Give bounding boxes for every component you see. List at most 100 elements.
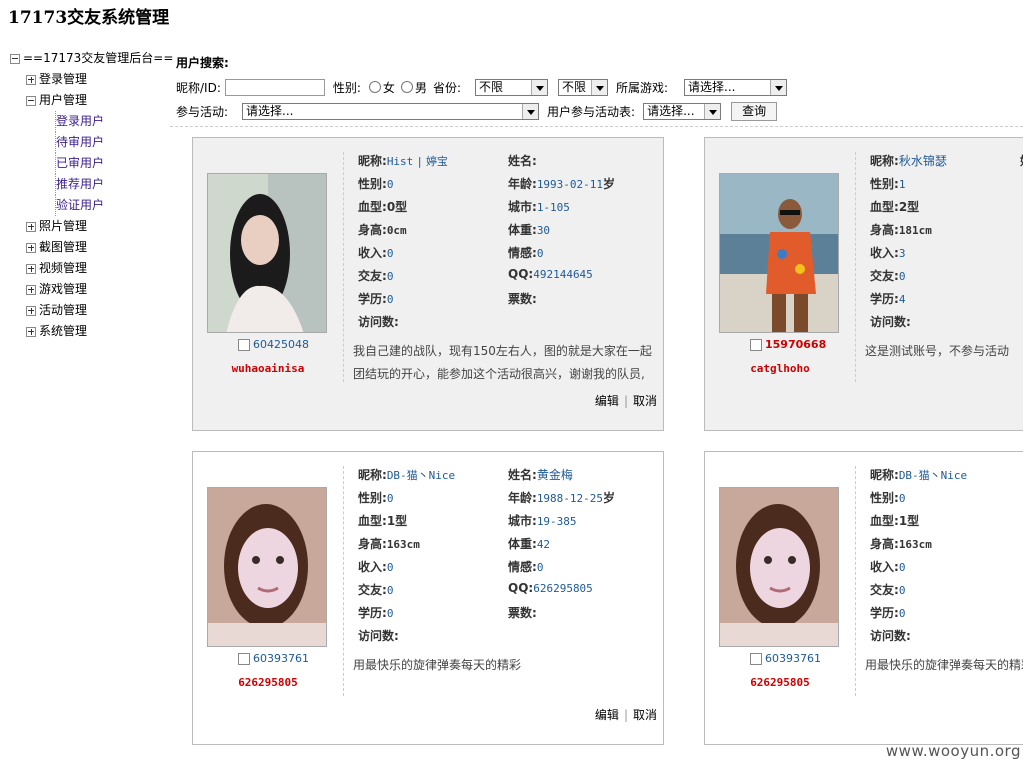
user-photo[interactable]: [719, 487, 839, 647]
tree-root[interactable]: ==17173交友管理后台==: [10, 48, 173, 69]
divider: [343, 152, 344, 382]
field-value: 42: [536, 538, 551, 551]
tree-item-user-mgmt[interactable]: 用户管理: [10, 90, 173, 111]
expand-icon[interactable]: [26, 305, 36, 316]
field-height: 身高:163cm: [358, 535, 420, 552]
field-height: 身高:0cm: [358, 221, 407, 238]
tree-item-screenshot-mgmt[interactable]: 截图管理: [10, 237, 173, 258]
user-photo[interactable]: [207, 487, 327, 647]
select-checkbox[interactable]: [238, 652, 250, 665]
field-income: 收入:0: [358, 558, 393, 575]
field-label: 学历:: [870, 292, 899, 306]
divider: [170, 126, 1023, 127]
province-select[interactable]: 不限: [475, 78, 548, 96]
tree-subitem-label[interactable]: 待审用户: [55, 132, 104, 153]
field-value: 0: [386, 247, 394, 260]
expand-icon[interactable]: [26, 263, 36, 274]
tree-subitem-recommended-users[interactable]: 推荐用户: [10, 174, 173, 195]
field-label: 年龄:: [508, 491, 537, 505]
tree-subitem-verified-users[interactable]: 验证用户: [10, 195, 173, 216]
tree-item-video-mgmt[interactable]: 视频管理: [10, 258, 173, 279]
tree-subitem-label[interactable]: 验证用户: [55, 195, 104, 216]
field-value: 0: [898, 607, 906, 620]
field-qq: QQ:626295805: [508, 581, 593, 595]
tree-item-game-mgmt[interactable]: 游戏管理: [10, 279, 173, 300]
field-label: 姓名:: [508, 468, 537, 482]
username: wuhaoainisa: [231, 362, 305, 375]
tree-subitem-pending-users[interactable]: 待审用户: [10, 132, 173, 153]
field-emotion: 情感:0: [508, 244, 543, 261]
user-id-value[interactable]: 60393761: [253, 652, 309, 665]
edit-link[interactable]: 编辑: [595, 708, 619, 722]
tree-item-label: 照片管理: [39, 219, 88, 233]
field-friends: 交友:0: [358, 267, 393, 284]
query-button[interactable]: 查询: [731, 101, 778, 121]
tree-item-system-mgmt[interactable]: 系统管理: [10, 321, 173, 342]
cancel-link[interactable]: 取消: [633, 394, 657, 408]
field-value: 3: [898, 247, 906, 260]
field-label: 性别:: [358, 491, 387, 505]
field-value: 0: [536, 247, 544, 260]
field-value: 0: [386, 270, 394, 283]
activity-table-select[interactable]: 请选择...: [643, 102, 722, 120]
nickname-input[interactable]: [224, 78, 325, 96]
activity-select[interactable]: 请选择...: [242, 102, 540, 120]
field-friends: 交友:0: [870, 267, 905, 284]
expand-icon[interactable]: [26, 284, 36, 295]
user-photo[interactable]: [719, 173, 839, 333]
field-label: QQ:: [508, 267, 534, 281]
expand-icon[interactable]: [26, 221, 36, 232]
field-label: 访问数:: [358, 315, 399, 329]
field-nickname: 昵称:Hist | 婷宝: [358, 154, 448, 168]
divider: [855, 152, 856, 382]
age-suffix: 岁: [603, 491, 616, 505]
game-select[interactable]: 请选择...: [684, 78, 788, 96]
field-label: 票数:: [508, 606, 537, 620]
field-value: 0型: [386, 200, 408, 214]
expand-icon[interactable]: [26, 326, 36, 337]
expand-icon[interactable]: [26, 74, 36, 85]
field-label: 血型:: [358, 200, 387, 214]
field-value: 1型: [898, 514, 920, 528]
user-photo[interactable]: [207, 173, 327, 333]
field-value: 1: [898, 178, 906, 191]
female-label: 女: [382, 80, 395, 95]
field-label: 交友:: [358, 583, 387, 597]
field-value: 1-105: [536, 201, 570, 214]
tree-subitem-label[interactable]: 登录用户: [55, 111, 104, 132]
field-gender: 性别:0: [358, 175, 393, 192]
tree-item-activity-mgmt[interactable]: 活动管理: [10, 300, 173, 321]
tree-item-login-mgmt[interactable]: 登录管理: [10, 69, 173, 90]
field-city: 城市:1-105: [508, 198, 570, 215]
tree-item-label: 视频管理: [39, 261, 88, 275]
user-id-value[interactable]: 15970668: [765, 338, 826, 351]
select-checkbox[interactable]: [750, 652, 762, 665]
field-value: 30: [536, 224, 551, 237]
edit-link[interactable]: 编辑: [595, 394, 619, 408]
female-radio[interactable]: [368, 81, 381, 93]
select-checkbox[interactable]: [750, 338, 762, 351]
user-id: 60393761: [750, 652, 821, 665]
male-radio[interactable]: [400, 81, 413, 93]
collapse-icon[interactable]: [26, 95, 36, 106]
tree-item-label: 登录管理: [39, 72, 88, 86]
collapse-icon[interactable]: [10, 53, 20, 64]
user-id-value[interactable]: 60425048: [253, 338, 309, 351]
cancel-link[interactable]: 取消: [633, 708, 657, 722]
field-friends: 交友:0: [358, 581, 393, 598]
field-education: 学历:0: [358, 290, 393, 307]
user-id-value[interactable]: 60393761: [765, 652, 821, 665]
field-label: 收入:: [358, 246, 387, 260]
tree-subitem-label[interactable]: 已审用户: [55, 153, 104, 174]
field-blood: 血型:0型: [358, 198, 407, 215]
select-checkbox[interactable]: [238, 338, 250, 351]
tree-item-photo-mgmt[interactable]: 照片管理: [10, 216, 173, 237]
expand-icon[interactable]: [26, 242, 36, 253]
field-label: 性别:: [870, 491, 899, 505]
tree-subitem-label[interactable]: 推荐用户: [55, 174, 104, 195]
tree-subitem-login-users[interactable]: 登录用户: [10, 111, 173, 132]
field-label: 情感:: [508, 246, 537, 260]
user-photo-image: [720, 488, 838, 646]
tree-subitem-approved-users[interactable]: 已审用户: [10, 153, 173, 174]
city-select[interactable]: 不限: [558, 78, 608, 96]
